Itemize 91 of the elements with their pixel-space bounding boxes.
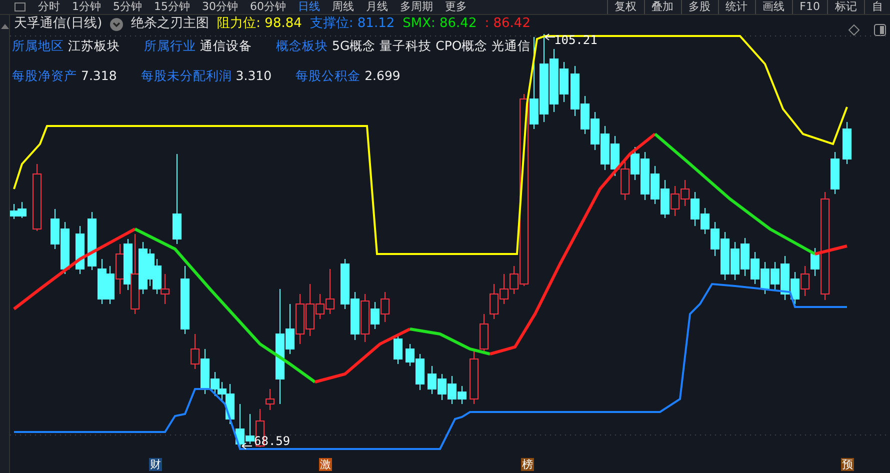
candlestick <box>50 208 60 250</box>
candlestick <box>18 202 26 218</box>
candlestick <box>60 222 70 274</box>
candlestick <box>428 366 436 394</box>
period-tab[interactable]: 更多 <box>439 0 473 14</box>
toolbar-button[interactable]: 统计 <box>718 0 755 14</box>
period-tab[interactable]: 分时 <box>32 0 66 14</box>
candlestick <box>490 284 498 320</box>
period-tab[interactable]: 日线 <box>292 0 326 14</box>
period-tab[interactable]: 多周期 <box>394 0 439 14</box>
diamond-icon[interactable] <box>848 24 860 36</box>
indicator-reading: SMX: 86.42 <box>402 15 477 33</box>
candlestick <box>340 258 350 310</box>
candlestick <box>590 112 600 150</box>
info-label: 所属地区 <box>12 37 64 55</box>
event-marker[interactable]: 激 <box>319 458 332 471</box>
pointer-arrow <box>544 34 556 40</box>
indicator-reading: : 86.42 <box>484 15 530 33</box>
candlestick <box>438 374 446 400</box>
candlestick <box>620 162 630 200</box>
candlestick <box>152 258 162 294</box>
candlestick <box>146 248 154 286</box>
info-label: 每股净资产 <box>12 67 77 85</box>
candlestick <box>720 232 730 280</box>
candlestick <box>88 212 96 270</box>
panel-toggle-icon[interactable] <box>874 24 886 36</box>
event-marker[interactable]: 财 <box>149 458 162 471</box>
candlestick <box>470 348 478 404</box>
period-tab[interactable]: 30分钟 <box>196 0 244 14</box>
info-value: 5G概念 量子科技 CPO概念 光通信 <box>332 37 531 55</box>
window-icon[interactable] <box>14 2 26 12</box>
candlestick <box>730 242 740 280</box>
info-label: 每股未分配利润 <box>140 67 232 85</box>
candlestick <box>660 180 670 218</box>
info-value: 江苏板块 <box>68 37 120 55</box>
toolbar-button[interactable]: F10 <box>792 0 827 14</box>
toolbar-button[interactable]: 标记 <box>827 0 864 14</box>
period-tab[interactable]: 月线 <box>360 0 394 14</box>
info-value: 3.310 <box>236 67 272 85</box>
period-tab[interactable]: 15分钟 <box>148 0 196 14</box>
info-label: 每股公积金 <box>296 67 361 85</box>
info-value: 7.318 <box>81 67 117 85</box>
toolbar-button[interactable]: 自 <box>864 0 890 14</box>
stock-title: 天孚通信(日线) <box>14 15 102 33</box>
dropdown-icon[interactable] <box>110 18 124 30</box>
candlestick <box>580 96 590 134</box>
candlestick <box>710 222 720 256</box>
candlestick <box>106 266 114 304</box>
indicator-reading: 支撑位: 81.12 <box>310 15 395 33</box>
toolbar-button[interactable]: 复权 <box>606 0 644 14</box>
info-label: 概念板块 <box>276 37 328 55</box>
candlestick <box>296 294 304 344</box>
candlestick <box>76 226 84 274</box>
candlestick <box>750 252 760 284</box>
period-tab[interactable]: 5分钟 <box>107 0 148 14</box>
candlestick <box>570 66 580 116</box>
indicator-name[interactable]: 绝杀之刃主图 <box>131 15 210 33</box>
candlestick <box>790 272 800 304</box>
candlestick <box>394 334 402 364</box>
scroll-up-icon[interactable] <box>0 23 8 29</box>
info-label: 所属行业 <box>144 37 196 55</box>
candlestick <box>500 274 508 304</box>
toolbar-button[interactable]: 叠加 <box>644 0 681 14</box>
candlestick <box>650 166 660 204</box>
candlestick <box>610 136 620 176</box>
candlestick <box>32 164 42 232</box>
candlestick <box>10 204 18 220</box>
candlestick <box>740 238 750 276</box>
info-value: 2.699 <box>364 67 400 85</box>
candlestick <box>670 186 680 216</box>
period-tab[interactable]: 1分钟 <box>66 0 107 14</box>
candlestick <box>760 262 770 294</box>
candlestick <box>800 266 810 296</box>
info-value: 通信设备 <box>200 37 252 55</box>
candlestick <box>380 292 390 322</box>
candlestick <box>690 192 700 226</box>
candlestick <box>160 274 170 304</box>
period-tab[interactable]: 60分钟 <box>244 0 292 14</box>
candlestick <box>600 126 610 170</box>
candlestick <box>842 122 852 164</box>
candlestick <box>350 292 360 340</box>
event-marker[interactable]: 预 <box>841 458 854 471</box>
pointer-arrow <box>242 442 252 450</box>
candlestick <box>680 180 690 206</box>
period-tab[interactable]: 周线 <box>326 0 360 14</box>
toolbar-button[interactable]: 多股 <box>680 0 718 14</box>
indicator-reading: 阻力位: 98.84 <box>217 15 302 33</box>
toolbar-button[interactable]: 画线 <box>754 0 792 14</box>
price-label: 105.21 <box>554 33 598 47</box>
candlestick <box>700 208 710 234</box>
event-marker[interactable]: 榜 <box>521 458 534 471</box>
